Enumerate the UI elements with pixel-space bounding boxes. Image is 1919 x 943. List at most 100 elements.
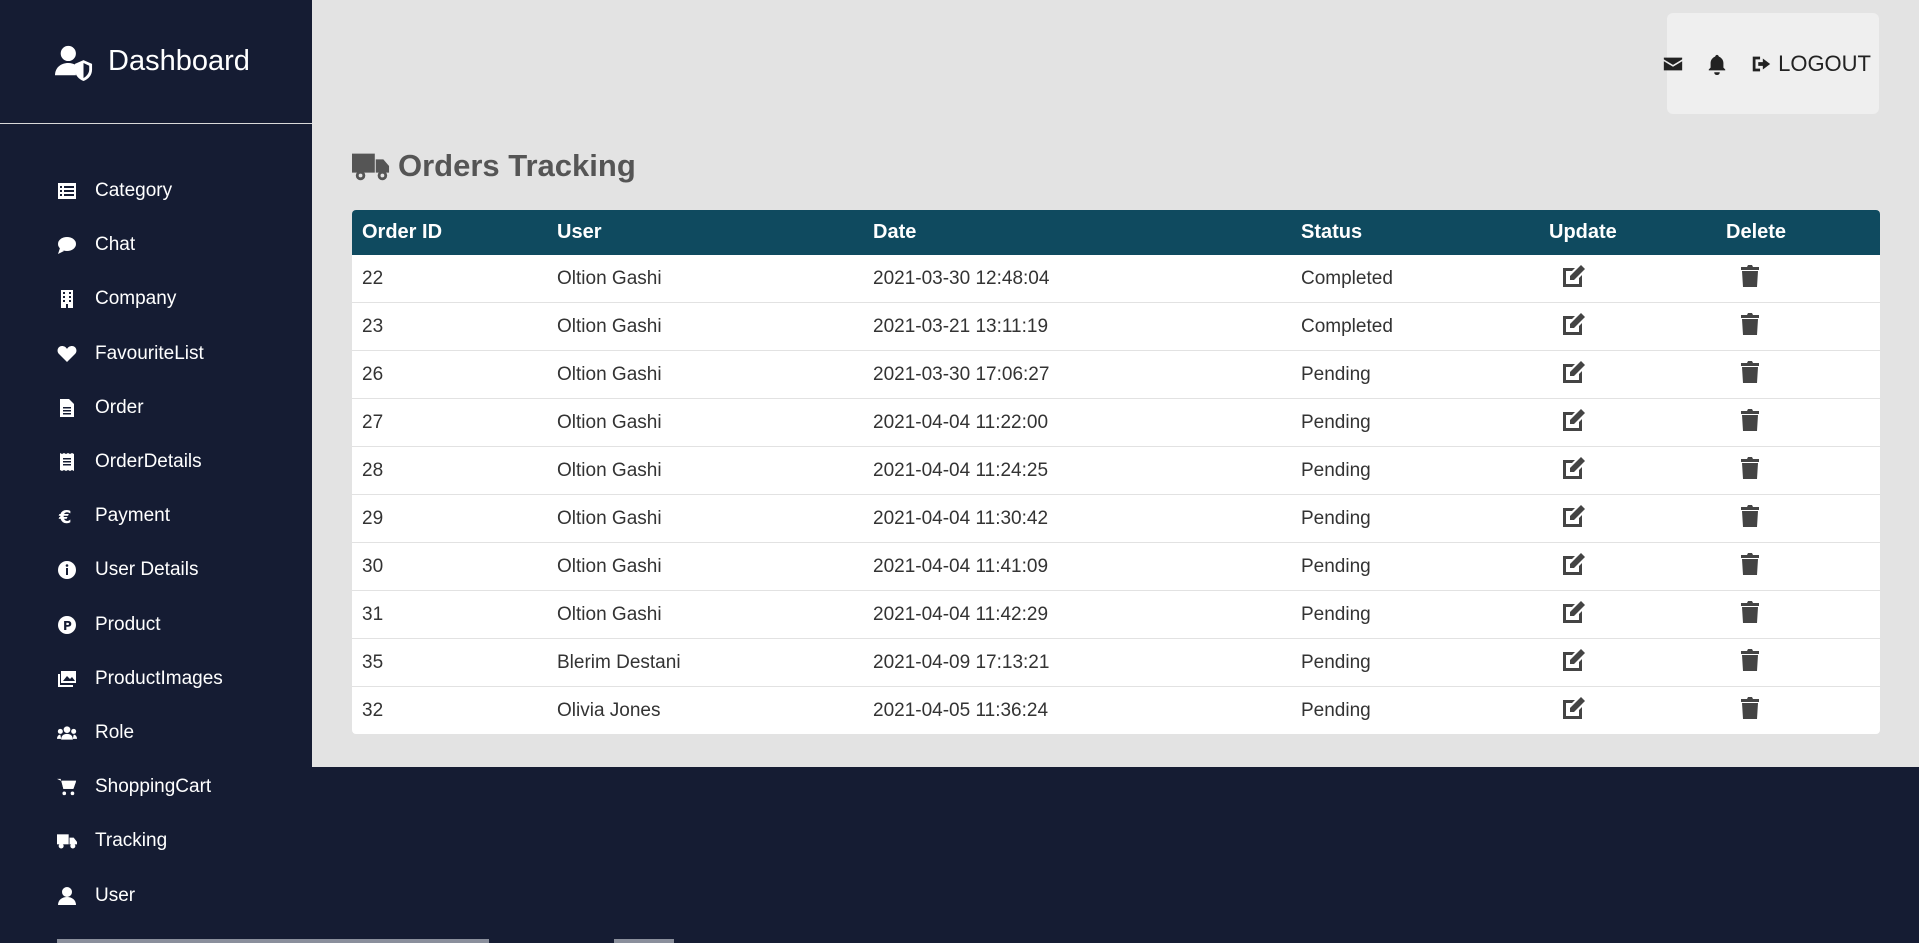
sidebar-item-label: Product: [95, 613, 161, 635]
sidebar-item-tracking[interactable]: Tracking: [0, 814, 312, 868]
cell-delete: [1716, 494, 1880, 543]
scrollbar-thumb[interactable]: [614, 939, 674, 943]
cell-user: Olivia Jones: [547, 686, 863, 734]
brand[interactable]: Dashboard: [0, 0, 312, 124]
edit-icon[interactable]: [1561, 503, 1587, 529]
trash-icon[interactable]: [1737, 503, 1763, 529]
trash-icon[interactable]: [1737, 455, 1763, 481]
edit-icon[interactable]: [1561, 455, 1587, 481]
user-icon: [55, 885, 79, 907]
edit-icon[interactable]: [1561, 263, 1587, 289]
cell-id: 32: [352, 686, 547, 734]
table-row: 28 Oltion Gashi 2021-04-04 11:24:25 Pending: [352, 446, 1880, 495]
sidebar-item-chat[interactable]: Chat: [0, 218, 312, 272]
sidebar-item-label: Tracking: [95, 830, 168, 852]
col-order-id[interactable]: Order ID: [352, 210, 547, 255]
sidebar-item-favouritelist[interactable]: FavouriteList: [0, 327, 312, 381]
sidebar-item-payment[interactable]: € Payment: [0, 489, 312, 543]
edit-icon[interactable]: [1561, 407, 1587, 433]
sidebar-item-label: Category: [95, 180, 173, 202]
trash-icon[interactable]: [1737, 647, 1763, 673]
col-update[interactable]: Update: [1539, 210, 1716, 255]
cell-user: Oltion Gashi: [547, 350, 863, 399]
col-user[interactable]: User: [547, 210, 863, 255]
trash-icon[interactable]: [1737, 311, 1763, 337]
cell-id: 29: [352, 494, 547, 543]
cell-user: Oltion Gashi: [547, 302, 863, 351]
table-row: 23 Oltion Gashi 2021-03-21 13:11:19 Complet…: [352, 302, 1880, 351]
table-header-row: Order ID User Date Status Update Delete: [352, 210, 1880, 255]
cell-update: [1539, 302, 1716, 351]
cell-update: [1539, 350, 1716, 399]
trash-icon[interactable]: [1737, 263, 1763, 289]
sidebar-nav: Category Chat Company FavouriteList Order Ord…: [0, 124, 312, 923]
trash-icon[interactable]: [1737, 599, 1763, 625]
col-delete[interactable]: Delete: [1716, 210, 1880, 255]
sidebar-item-user[interactable]: User: [0, 868, 312, 922]
cell-user: Oltion Gashi: [547, 398, 863, 447]
cell-update: [1539, 446, 1716, 495]
sidebar-item-product[interactable]: P Product: [0, 598, 312, 652]
cell-user: Oltion Gashi: [557, 267, 662, 289]
sidebar-item-shoppingcart[interactable]: ShoppingCart: [0, 760, 312, 814]
cell-id: 30: [352, 542, 547, 591]
table-row: 29 Oltion Gashi 2021-04-04 11:30:42 Pending: [352, 494, 1880, 543]
cell-update: [1539, 542, 1716, 591]
bell-icon[interactable]: [1706, 52, 1728, 76]
trash-icon[interactable]: [1737, 359, 1763, 385]
cell-delete: [1716, 350, 1880, 399]
edit-icon[interactable]: [1561, 311, 1587, 337]
cell-id: 22: [362, 267, 384, 289]
cell-update: [1539, 494, 1716, 543]
truck-icon: [352, 153, 390, 181]
edit-icon[interactable]: [1561, 647, 1587, 673]
sidebar-item-company[interactable]: Company: [0, 272, 312, 326]
sidebar-item-user-details[interactable]: User Details: [0, 543, 312, 597]
envelope-icon[interactable]: [1662, 52, 1684, 76]
edit-icon[interactable]: [1561, 551, 1587, 577]
chat-icon: [55, 234, 79, 256]
top-actions-bar: LOGOUT: [1663, 13, 1879, 114]
sidebar-item-label: User Details: [95, 559, 199, 581]
trash-icon[interactable]: [1737, 695, 1763, 721]
cell-id: 27: [352, 398, 547, 447]
sidebar-item-order[interactable]: Order: [0, 381, 312, 435]
col-date[interactable]: Date: [863, 210, 1291, 255]
col-status[interactable]: Status: [1291, 210, 1539, 255]
cell-date: 2021-04-04 11:30:42: [863, 494, 1291, 543]
sidebar-item-role[interactable]: Role: [0, 706, 312, 760]
edit-icon[interactable]: [1561, 695, 1587, 721]
sidebar-item-label: OrderDetails: [95, 451, 202, 473]
sidebar-item-orderdetails[interactable]: OrderDetails: [0, 435, 312, 489]
cell-user: Oltion Gashi: [547, 542, 863, 591]
cell-id: 31: [352, 590, 547, 639]
cell-status: Completed: [1291, 302, 1539, 351]
sidebar-item-label: ProductImages: [95, 667, 223, 689]
cell-update: [1539, 638, 1716, 687]
edit-icon[interactable]: [1561, 359, 1587, 385]
logout-label: LOGOUT: [1778, 50, 1871, 76]
scrollbar[interactable]: [57, 939, 489, 943]
cell-id: 35: [352, 638, 547, 687]
trash-icon[interactable]: [1737, 551, 1763, 577]
sidebar-item-productimages[interactable]: ProductImages: [0, 652, 312, 706]
sidebar-item-category[interactable]: Category: [0, 164, 312, 218]
trash-icon[interactable]: [1737, 407, 1763, 433]
cell-delete: [1716, 590, 1880, 639]
cell-date: 2021-04-09 17:13:21: [863, 638, 1291, 687]
cell-date: 2021-04-05 11:36:24: [863, 686, 1291, 734]
user-shield-icon: [55, 43, 93, 81]
cell-delete: [1716, 302, 1880, 351]
product-icon: P: [55, 614, 79, 636]
cell-user: Oltion Gashi: [547, 590, 863, 639]
receipt-icon: [55, 451, 79, 473]
cell-user: Oltion Gashi: [547, 494, 863, 543]
table-row: 31 Oltion Gashi 2021-04-04 11:42:29 Pending: [352, 590, 1880, 639]
brand-title: Dashboard: [108, 45, 250, 77]
edit-icon[interactable]: [1561, 599, 1587, 625]
logout-button[interactable]: LOGOUT: [1750, 51, 1871, 77]
cell-status: Pending: [1291, 494, 1539, 543]
cell-date: 2021-04-04 11:22:00: [863, 398, 1291, 447]
table-row: 32 Olivia Jones 2021-04-05 11:36:24 Pending: [352, 686, 1880, 734]
page-title: Orders Tracking: [352, 148, 636, 184]
